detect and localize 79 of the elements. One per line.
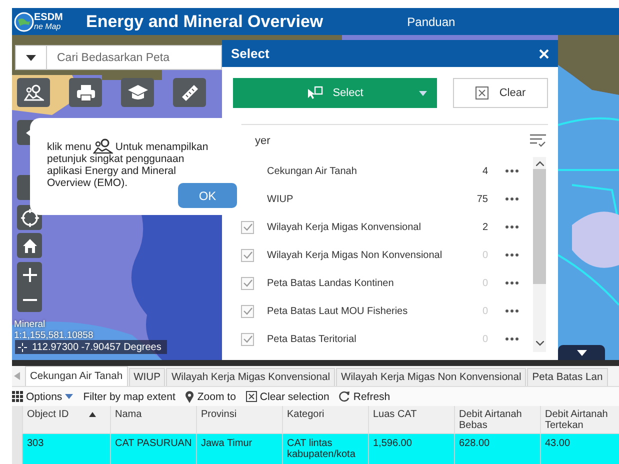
search-field[interactable]: Cari Bedasarkan Peta [47,45,222,70]
home-icon [22,238,38,254]
close-icon[interactable] [539,48,549,58]
select-button[interactable]: Select [233,78,437,108]
toolbar-button[interactable]: Refresh [339,390,390,402]
table-cell: Jawa Timur [196,434,282,464]
caret-icon [576,350,586,356]
feature-count: 75 [476,194,488,204]
ruler-icon [180,84,200,102]
table-tab[interactable]: Peta Batas Lan [527,368,608,386]
graduation-cap-icon [128,84,148,102]
dropdown-button[interactable] [15,45,47,70]
map-pin-icon [93,138,114,154]
map-label: Mineral [14,320,46,331]
grid-icon [12,391,23,402]
cursor-select-icon [306,86,323,100]
sort-arrow-icon [89,412,96,417]
measure-button[interactable] [173,78,206,107]
table-tab[interactable]: Cekungan Air Tanah [25,366,128,386]
scroll-up-icon[interactable] [536,161,544,166]
table-cell: 1,596.00 [368,434,454,464]
clear-button[interactable]: Clear [453,78,548,108]
logo-text: ESDM [34,12,63,22]
caret-icon [65,394,74,399]
home-button[interactable] [17,233,42,258]
scroll-down-icon[interactable] [536,341,544,346]
app-title: Energy and Mineral Overview [86,12,324,32]
more-icon[interactable] [505,197,519,201]
table-tab[interactable]: Wilayah Kerja Migas Non Konvensional [336,368,526,386]
table-cell: 303 [22,434,110,464]
minus-icon [22,298,36,300]
more-icon[interactable] [505,309,519,313]
scrollbar[interactable] [533,157,546,352]
refresh-icon [339,391,350,402]
popup-text: Untuk menampilkan [115,142,208,154]
plus-icon [22,268,36,282]
guide-button[interactable] [17,78,50,107]
feature-count: 4 [481,166,488,176]
more-icon[interactable] [505,253,519,257]
logo-subtext: ne Map [34,22,62,30]
caret-icon [26,54,36,60]
toolbar-button[interactable]: Zoom to [185,390,236,402]
table-cell: CAT lintas kabupaten/kota [282,434,368,464]
clear-selection-icon [246,391,257,402]
table-tab[interactable]: Wilayah Kerja Migas Konvensional [166,368,335,386]
globe-icon [14,12,34,32]
table-cell: 628.00 [454,434,540,464]
table-cell: 43.00 [540,434,619,464]
printer-icon [76,84,96,102]
more-icon[interactable] [505,169,519,173]
learn-button[interactable] [121,78,154,107]
clear-selection-icon [475,86,490,100]
toolbar-button[interactable]: Options [12,390,74,402]
crosshair-icon [18,342,27,352]
guide-link[interactable]: Panduan [407,14,456,28]
coordinates-text: 112.97300 -7.90457 Degrees [32,342,162,352]
scroll-thumb[interactable] [533,169,546,284]
caret-icon [419,91,427,96]
feature-count: 2 [481,222,488,232]
toolbar-button[interactable]: Filter by map extent [83,390,176,402]
table-tab[interactable]: WIUP [128,368,166,386]
table-cell: CAT PASURUAN [110,434,196,464]
map-pin-icon [24,84,44,102]
more-icon[interactable] [505,225,519,229]
checkbox[interactable] [241,220,254,234]
filter-list-icon[interactable] [530,134,546,148]
layer-heading: yer [255,135,270,147]
more-icon[interactable] [505,281,519,285]
table-row[interactable]: 303 CAT PASURUAN Jawa Timur CAT lintas kabupaten/kota 1,596.00 628.00 43.00 [12,434,619,464]
more-icon[interactable] [505,337,519,341]
row-handle[interactable] [12,434,22,464]
toolbar-button[interactable]: Clear selection [246,390,330,402]
map-scale: 1:1,155,581.10858 [14,330,94,342]
pin-icon [185,390,194,402]
expand-table-button[interactable] [558,345,605,360]
panel-title: Select [231,46,270,61]
layer-item[interactable]: Wilayah Kerja Migas Konvensional 2 [222,213,533,241]
print-button[interactable] [69,78,102,107]
popup-text: klik menu [47,142,92,154]
